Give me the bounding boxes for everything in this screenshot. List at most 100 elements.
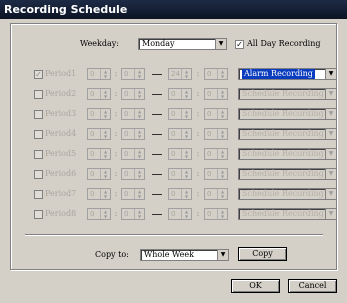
period-checkbox[interactable] <box>34 110 43 119</box>
start-minute-spinner[interactable]: 0 ▲ ▼ <box>121 148 145 160</box>
triangle-down-icon[interactable]: ▼ <box>218 74 227 79</box>
start-hour-spinner[interactable]: 0 ▲ ▼ <box>87 208 111 220</box>
spin-buttons[interactable]: ▲ ▼ <box>217 69 227 79</box>
end-hour-spinner[interactable]: 0 ▲ ▼ <box>168 88 192 100</box>
copy-button[interactable]: Copy <box>238 247 287 261</box>
triangle-down-icon[interactable]: ▼ <box>182 174 191 179</box>
start-hour-spinner[interactable]: 0 ▲ ▼ <box>87 88 111 100</box>
start-minute-spinner[interactable]: 0 ▲ ▼ <box>121 68 145 80</box>
start-minute-spinner[interactable]: 0 ▲ ▼ <box>121 208 145 220</box>
spin-buttons[interactable]: ▲ ▼ <box>181 169 191 179</box>
triangle-down-icon[interactable]: ▼ <box>218 174 227 179</box>
ok-button[interactable]: OK <box>231 279 280 293</box>
triangle-down-icon[interactable]: ▼ <box>218 114 227 119</box>
period-checkbox[interactable] <box>34 190 43 199</box>
cancel-button[interactable]: Cancel <box>288 279 337 293</box>
triangle-down-icon[interactable]: ▼ <box>182 214 191 219</box>
end-minute-spinner[interactable]: 0 ▲ ▼ <box>204 68 228 80</box>
recording-type-select[interactable]: Schedule Recording ▼ <box>238 108 337 120</box>
spin-buttons[interactable]: ▲ ▼ <box>181 89 191 99</box>
end-minute-spinner[interactable]: 0 ▲ ▼ <box>204 128 228 140</box>
spin-buttons[interactable]: ▲ ▼ <box>217 189 227 199</box>
triangle-down-icon[interactable]: ▼ <box>101 94 110 99</box>
end-hour-spinner[interactable]: 0 ▲ ▼ <box>168 128 192 140</box>
chevron-down-icon[interactable]: ▼ <box>325 69 336 79</box>
triangle-down-icon[interactable]: ▼ <box>218 94 227 99</box>
end-hour-spinner[interactable]: 0 ▲ ▼ <box>168 108 192 120</box>
triangle-down-icon[interactable]: ▼ <box>101 74 110 79</box>
recording-type-select[interactable]: Schedule Recording ▼ <box>238 88 337 100</box>
triangle-down-icon[interactable]: ▼ <box>182 134 191 139</box>
triangle-down-icon[interactable]: ▼ <box>135 174 144 179</box>
recording-type-select[interactable]: Alarm Recording ▼ <box>238 68 337 80</box>
spin-buttons[interactable]: ▲ ▼ <box>181 69 191 79</box>
end-hour-spinner[interactable]: 0 ▲ ▼ <box>168 188 192 200</box>
end-minute-spinner[interactable]: 0 ▲ ▼ <box>204 108 228 120</box>
recording-type-select[interactable]: Schedule Recording ▼ <box>238 168 337 180</box>
end-hour-spinner[interactable]: 24 ▲ ▼ <box>168 68 192 80</box>
spin-buttons[interactable]: ▲ ▼ <box>100 129 110 139</box>
chevron-down-icon[interactable]: ▼ <box>325 109 336 119</box>
all-day-checkbox[interactable]: ✓ <box>235 40 244 49</box>
spin-buttons[interactable]: ▲ ▼ <box>100 69 110 79</box>
spin-buttons[interactable]: ▲ ▼ <box>181 209 191 219</box>
start-hour-spinner[interactable]: 0 ▲ ▼ <box>87 68 111 80</box>
triangle-down-icon[interactable]: ▼ <box>101 174 110 179</box>
recording-type-select[interactable]: Schedule Recording ▼ <box>238 188 337 200</box>
start-hour-spinner[interactable]: 0 ▲ ▼ <box>87 108 111 120</box>
spin-buttons[interactable]: ▲ ▼ <box>217 209 227 219</box>
chevron-down-icon[interactable]: ▼ <box>325 209 336 219</box>
triangle-down-icon[interactable]: ▼ <box>101 154 110 159</box>
triangle-down-icon[interactable]: ▼ <box>182 114 191 119</box>
period-checkbox[interactable] <box>34 90 43 99</box>
triangle-down-icon[interactable]: ▼ <box>135 214 144 219</box>
triangle-down-icon[interactable]: ▼ <box>101 134 110 139</box>
period-checkbox[interactable] <box>34 130 43 139</box>
copy-target-select[interactable]: Whole Week ▼ <box>140 249 229 261</box>
triangle-down-icon[interactable]: ▼ <box>218 214 227 219</box>
spin-buttons[interactable]: ▲ ▼ <box>100 89 110 99</box>
triangle-down-icon[interactable]: ▼ <box>218 154 227 159</box>
chevron-down-icon[interactable]: ▼ <box>325 89 336 99</box>
triangle-down-icon[interactable]: ▼ <box>101 214 110 219</box>
triangle-down-icon[interactable]: ▼ <box>218 194 227 199</box>
spin-buttons[interactable]: ▲ ▼ <box>100 169 110 179</box>
triangle-down-icon[interactable]: ▼ <box>218 134 227 139</box>
period-checkbox[interactable] <box>34 210 43 219</box>
spin-buttons[interactable]: ▲ ▼ <box>217 129 227 139</box>
chevron-down-icon[interactable]: ▼ <box>215 39 226 49</box>
start-minute-spinner[interactable]: 0 ▲ ▼ <box>121 108 145 120</box>
spin-buttons[interactable]: ▲ ▼ <box>100 209 110 219</box>
triangle-down-icon[interactable]: ▼ <box>135 194 144 199</box>
triangle-down-icon[interactable]: ▼ <box>182 154 191 159</box>
end-hour-spinner[interactable]: 0 ▲ ▼ <box>168 168 192 180</box>
triangle-down-icon[interactable]: ▼ <box>182 194 191 199</box>
triangle-down-icon[interactable]: ▼ <box>135 154 144 159</box>
end-minute-spinner[interactable]: 0 ▲ ▼ <box>204 188 228 200</box>
triangle-down-icon[interactable]: ▼ <box>135 134 144 139</box>
end-minute-spinner[interactable]: 0 ▲ ▼ <box>204 208 228 220</box>
triangle-down-icon[interactable]: ▼ <box>135 94 144 99</box>
triangle-down-icon[interactable]: ▼ <box>101 194 110 199</box>
spin-buttons[interactable]: ▲ ▼ <box>134 169 144 179</box>
spin-buttons[interactable]: ▲ ▼ <box>134 129 144 139</box>
start-minute-spinner[interactable]: 0 ▲ ▼ <box>121 88 145 100</box>
spin-buttons[interactable]: ▲ ▼ <box>134 89 144 99</box>
period-checkbox[interactable] <box>34 150 43 159</box>
spin-buttons[interactable]: ▲ ▼ <box>134 209 144 219</box>
triangle-down-icon[interactable]: ▼ <box>182 74 191 79</box>
chevron-down-icon[interactable]: ▼ <box>325 189 336 199</box>
end-minute-spinner[interactable]: 0 ▲ ▼ <box>204 88 228 100</box>
start-minute-spinner[interactable]: 0 ▲ ▼ <box>121 168 145 180</box>
start-hour-spinner[interactable]: 0 ▲ ▼ <box>87 128 111 140</box>
weekday-select[interactable]: Monday ▼ <box>138 38 227 50</box>
triangle-down-icon[interactable]: ▼ <box>135 114 144 119</box>
triangle-down-icon[interactable]: ▼ <box>135 74 144 79</box>
spin-buttons[interactable]: ▲ ▼ <box>100 149 110 159</box>
chevron-down-icon[interactable]: ▼ <box>325 149 336 159</box>
end-minute-spinner[interactable]: 0 ▲ ▼ <box>204 168 228 180</box>
spin-buttons[interactable]: ▲ ▼ <box>217 169 227 179</box>
spin-buttons[interactable]: ▲ ▼ <box>181 109 191 119</box>
chevron-down-icon[interactable]: ▼ <box>325 169 336 179</box>
chevron-down-icon[interactable]: ▼ <box>217 250 228 260</box>
